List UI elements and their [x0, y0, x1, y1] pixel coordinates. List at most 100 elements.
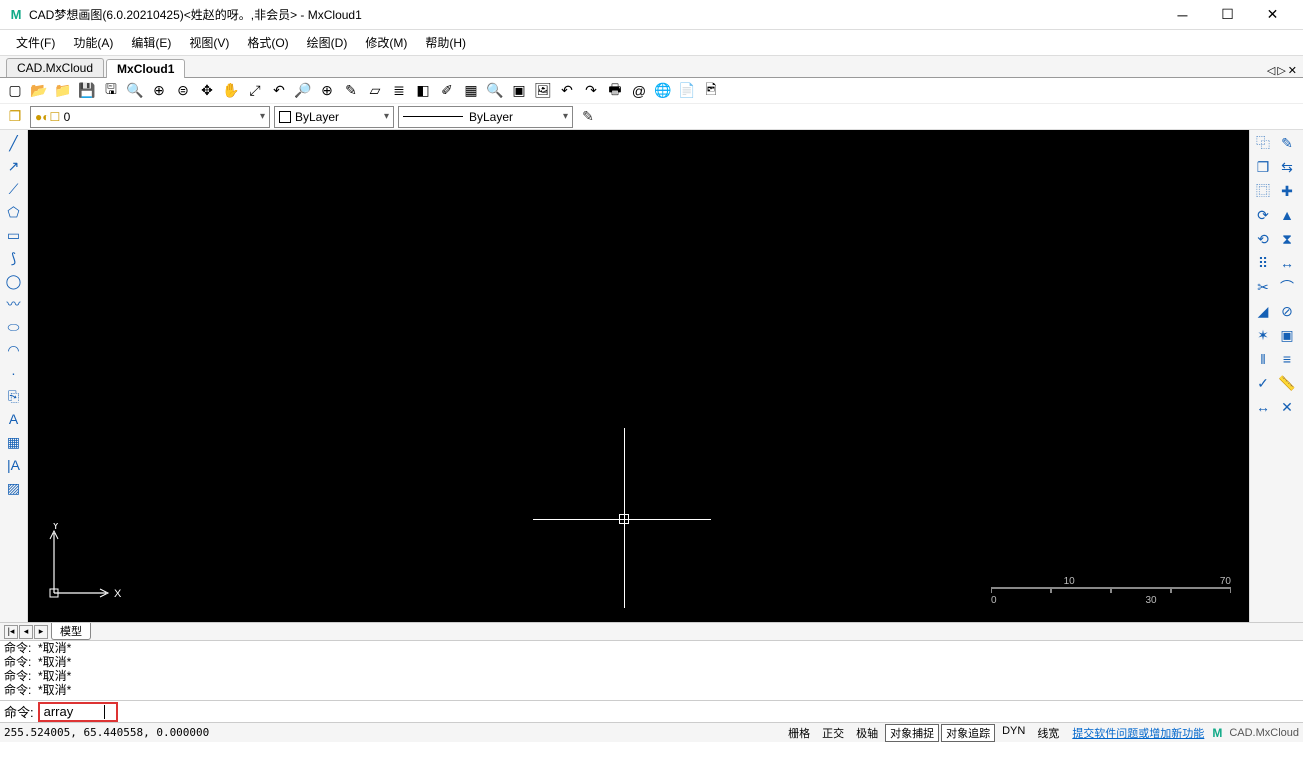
layout-nav-next-icon[interactable]: ▸	[34, 625, 48, 639]
vtext-icon[interactable]: |A	[3, 454, 25, 476]
openf-icon[interactable]: 📁	[52, 80, 74, 102]
menu-item[interactable]: 帮助(H)	[417, 32, 474, 53]
menu-item[interactable]: 格式(O)	[239, 32, 296, 53]
layer-manager-icon[interactable]: ❐	[4, 106, 26, 128]
status-toggle[interactable]: DYN	[997, 724, 1030, 742]
line-icon[interactable]: ╱	[3, 132, 25, 154]
refresh-icon[interactable]: ⟲	[1252, 228, 1274, 250]
copy-icon[interactable]: ⿻	[1252, 132, 1274, 154]
menu-item[interactable]: 功能(A)	[65, 32, 121, 53]
status-toggle[interactable]: 线宽	[1032, 724, 1064, 742]
ellarc-icon[interactable]: ◠	[3, 339, 25, 361]
undo-icon[interactable]: ↶	[556, 80, 578, 102]
measure-icon[interactable]: 📏	[1276, 372, 1298, 394]
close-button[interactable]: ✕	[1250, 1, 1295, 29]
model-tab[interactable]: 模型	[51, 623, 91, 640]
open-icon[interactable]: 📂	[28, 80, 50, 102]
circle-icon[interactable]: ◯	[3, 270, 25, 292]
hatch2-icon[interactable]: ▨	[3, 477, 25, 499]
layout-nav-first-icon[interactable]: |◂	[4, 625, 18, 639]
eraser-icon[interactable]: ▱	[364, 80, 386, 102]
zoomall-icon[interactable]: ⊜	[172, 80, 194, 102]
spline-icon[interactable]: 〰	[3, 293, 25, 315]
scale-icon[interactable]: ▲	[1276, 204, 1298, 226]
fillet-icon[interactable]: ⌒	[1276, 276, 1298, 298]
plus-icon[interactable]: ✚	[1276, 180, 1298, 202]
pan-icon[interactable]: ✋	[220, 80, 242, 102]
explode-icon[interactable]: ✶	[1252, 324, 1274, 346]
pencil-icon[interactable]: ✎	[340, 80, 362, 102]
zoomd-icon[interactable]: ⤢	[244, 80, 266, 102]
color-combo[interactable]: ByLayer ▾	[274, 106, 394, 128]
array-icon[interactable]: ⠿	[1252, 252, 1274, 274]
drawing-viewport[interactable]: Y X 10 70 0 30	[28, 130, 1249, 622]
hatch-icon[interactable]: ▦	[460, 80, 482, 102]
edit-icon[interactable]: ✎	[1276, 132, 1298, 154]
copy2-icon[interactable]: ❐	[1252, 156, 1274, 178]
print-icon[interactable]: 🖶	[604, 80, 626, 102]
layers-icon[interactable]: ≣	[388, 80, 410, 102]
zoomin-icon[interactable]: ⊕	[148, 80, 170, 102]
globe-icon[interactable]: 🌐	[652, 80, 674, 102]
break-icon[interactable]: ⊘	[1276, 300, 1298, 322]
match-icon[interactable]: ✓	[1252, 372, 1274, 394]
status-toggle[interactable]: 对象捕捉	[885, 724, 939, 742]
mirror-icon[interactable]: ⧗	[1276, 228, 1298, 250]
new-icon[interactable]: ▢	[4, 80, 26, 102]
zoomext-icon[interactable]: ✥	[196, 80, 218, 102]
tab-nav-right-icon[interactable]: ▷	[1277, 64, 1285, 77]
lineweight-icon[interactable]: ✎	[577, 106, 599, 128]
linetype-combo[interactable]: ByLayer ▾	[398, 106, 573, 128]
chamfer-icon[interactable]: ◢	[1252, 300, 1274, 322]
command-input[interactable]	[44, 704, 104, 719]
menu-item[interactable]: 修改(M)	[357, 32, 415, 53]
maximize-button[interactable]: ☐	[1205, 1, 1250, 29]
zoomw-icon[interactable]: 🔍	[124, 80, 146, 102]
align-icon[interactable]: ≡	[1276, 348, 1298, 370]
menu-item[interactable]: 绘图(D)	[299, 32, 356, 53]
tab-close-icon[interactable]: ✕	[1288, 64, 1297, 77]
menu-item[interactable]: 文件(F)	[8, 32, 63, 53]
status-toggle[interactable]: 极轴	[851, 724, 883, 742]
group-icon[interactable]: ▣	[1276, 324, 1298, 346]
prev-icon[interactable]: ↶	[268, 80, 290, 102]
stretch-icon[interactable]: ↔	[1276, 252, 1298, 274]
status-toggle[interactable]: 对象追踪	[941, 724, 995, 742]
table-icon[interactable]: ▦	[3, 431, 25, 453]
img2-icon[interactable]: 🖻	[700, 80, 722, 102]
ellipse-icon[interactable]: ⬭	[3, 316, 25, 338]
point-icon[interactable]: ·	[3, 362, 25, 384]
minimize-button[interactable]: ─	[1160, 1, 1205, 29]
save-icon[interactable]: 💾	[76, 80, 98, 102]
att-icon[interactable]: @	[628, 80, 650, 102]
redo-icon[interactable]: ↷	[580, 80, 602, 102]
feedback-link[interactable]: 提交软件问题或增加新功能	[1072, 725, 1204, 741]
mtext-icon[interactable]: A	[3, 408, 25, 430]
rotate-icon[interactable]: ⟳	[1252, 204, 1274, 226]
swap-icon[interactable]: ⇆	[1276, 156, 1298, 178]
brush-icon[interactable]: ✐	[436, 80, 458, 102]
img-icon[interactable]: 🖼	[532, 80, 554, 102]
find-icon[interactable]: 🔍	[484, 80, 506, 102]
tab-nav-left-icon[interactable]: ◁	[1267, 64, 1275, 77]
insert-icon[interactable]: ⎘	[3, 385, 25, 407]
xline-icon[interactable]: ↗	[3, 155, 25, 177]
status-toggle[interactable]: 正交	[817, 724, 849, 742]
layer-combo[interactable]: ●◐☐ 0 ▾	[30, 106, 270, 128]
status-toggle[interactable]: 栅格	[783, 724, 815, 742]
offset-icon[interactable]: ‖	[1252, 348, 1274, 370]
rect-icon[interactable]: ▭	[3, 224, 25, 246]
zoom-icon[interactable]: 🔎	[292, 80, 314, 102]
block-icon[interactable]: ▣	[508, 80, 530, 102]
target-icon[interactable]: ⊕	[316, 80, 338, 102]
erase2-icon[interactable]: ✕	[1276, 396, 1298, 418]
menu-item[interactable]: 视图(V)	[181, 32, 237, 53]
layout-nav-prev-icon[interactable]: ◂	[19, 625, 33, 639]
grad-icon[interactable]: ◧	[412, 80, 434, 102]
copy3-icon[interactable]: ⿴	[1252, 180, 1274, 202]
document-tab[interactable]: CAD.MxCloud	[6, 58, 104, 77]
saveas-icon[interactable]: 🖫	[100, 80, 122, 102]
pdf-icon[interactable]: 📄	[676, 80, 698, 102]
menu-item[interactable]: 编辑(E)	[123, 32, 179, 53]
pline-icon[interactable]: ⟋	[3, 178, 25, 200]
